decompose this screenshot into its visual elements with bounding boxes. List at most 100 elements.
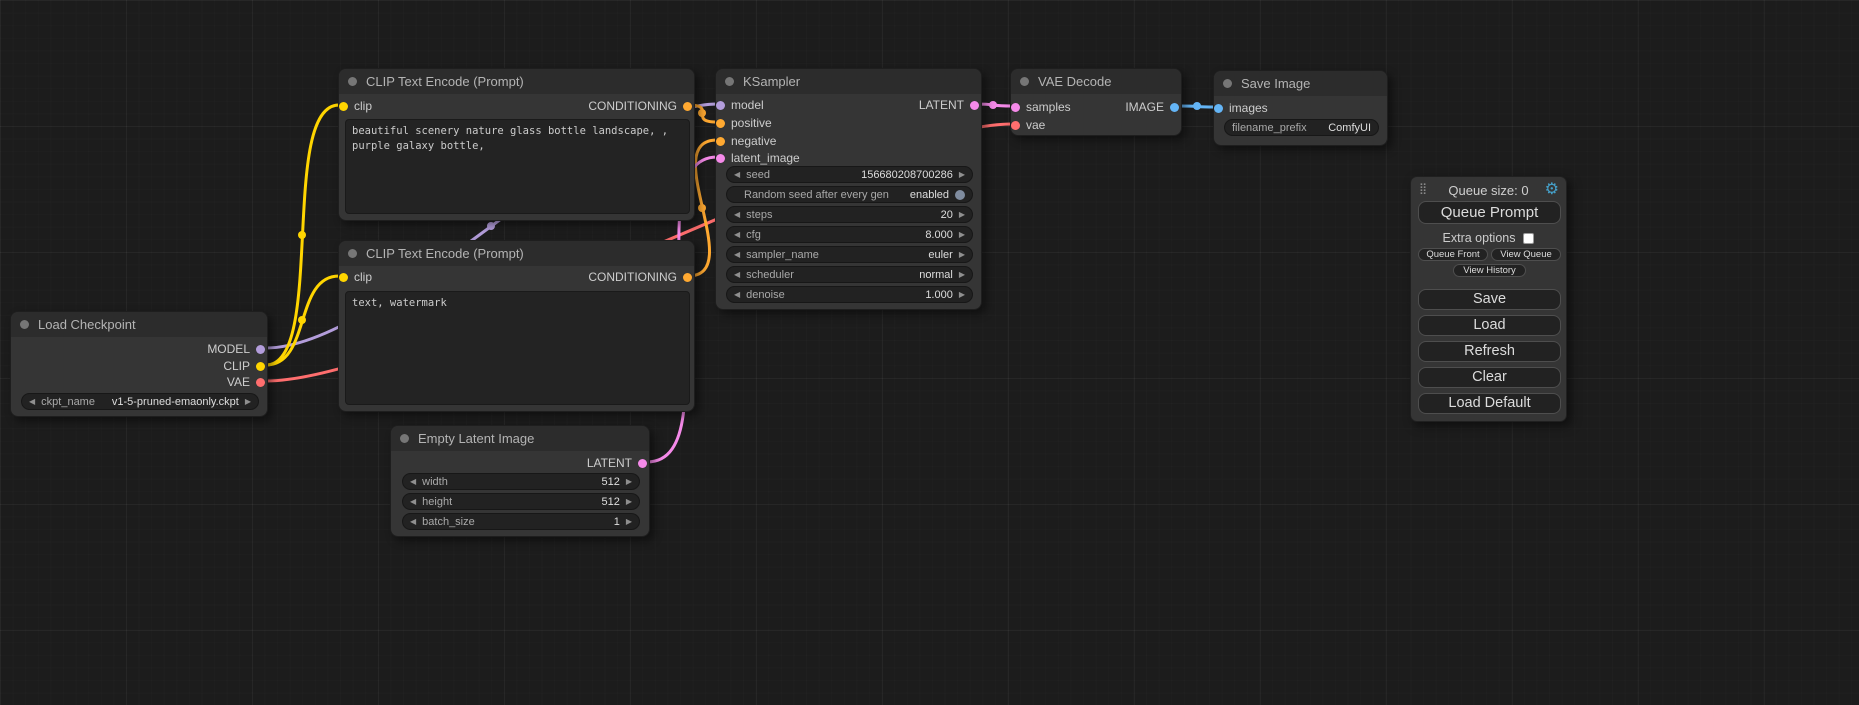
input-slot-negative[interactable]: negative xyxy=(716,133,776,149)
left-arrow-icon[interactable]: ◀ xyxy=(734,230,740,239)
input-slot-model[interactable]: model xyxy=(716,97,764,113)
slot-dot[interactable] xyxy=(339,273,348,282)
queue-prompt-button[interactable]: Queue Prompt xyxy=(1418,201,1561,224)
widget-cfg[interactable]: ◀ cfg 8.000 ▶ xyxy=(726,226,973,243)
slot-dot[interactable] xyxy=(970,101,979,110)
slot-dot[interactable] xyxy=(339,102,348,111)
right-arrow-icon[interactable]: ▶ xyxy=(959,230,965,239)
output-slot-clip[interactable]: CLIP xyxy=(223,358,265,374)
output-slot-latent[interactable]: LATENT xyxy=(587,455,647,471)
node-title-bar[interactable]: Save Image xyxy=(1214,71,1387,96)
node-title-bar[interactable]: CLIP Text Encode (Prompt) xyxy=(339,241,694,266)
output-slot-latent[interactable]: LATENT xyxy=(919,97,979,113)
slot-dot[interactable] xyxy=(1011,121,1020,130)
slot-dot[interactable] xyxy=(256,378,265,387)
positive-prompt-textarea[interactable]: beautiful scenery nature glass bottle la… xyxy=(345,119,690,214)
gear-icon[interactable]: ⚙ xyxy=(1545,179,1559,199)
widget-filename-prefix[interactable]: filename_prefix ComfyUI xyxy=(1224,119,1379,136)
collapse-icon[interactable] xyxy=(725,77,734,86)
node-clip-text-encode-negative[interactable]: CLIP Text Encode (Prompt) clip CONDITION… xyxy=(338,240,695,412)
slot-dot[interactable] xyxy=(683,102,692,111)
left-arrow-icon[interactable]: ◀ xyxy=(734,290,740,299)
output-slot-conditioning[interactable]: CONDITIONING xyxy=(588,98,692,114)
node-title-bar[interactable]: KSampler xyxy=(716,69,981,94)
slot-dot[interactable] xyxy=(1170,103,1179,112)
slot-dot[interactable] xyxy=(1214,104,1223,113)
slot-dot[interactable] xyxy=(716,119,725,128)
left-arrow-icon[interactable]: ◀ xyxy=(410,477,416,486)
queue-front-button[interactable]: Queue Front xyxy=(1418,248,1488,261)
node-save-image[interactable]: Save Image images filename_prefix ComfyU… xyxy=(1213,70,1388,146)
input-slot-samples[interactable]: samples xyxy=(1011,99,1071,115)
left-arrow-icon[interactable]: ◀ xyxy=(410,517,416,526)
node-ksampler[interactable]: KSampler model positive negative latent_… xyxy=(715,68,982,310)
left-arrow-icon[interactable]: ◀ xyxy=(29,397,35,406)
right-arrow-icon[interactable]: ▶ xyxy=(626,477,632,486)
input-slot-latent-image[interactable]: latent_image xyxy=(716,150,800,166)
right-arrow-icon[interactable]: ▶ xyxy=(959,170,965,179)
widget-denoise[interactable]: ◀ denoise 1.000 ▶ xyxy=(726,286,973,303)
input-slot-clip[interactable]: clip xyxy=(339,98,372,114)
slot-dot[interactable] xyxy=(716,137,725,146)
node-empty-latent-image[interactable]: Empty Latent Image LATENT ◀ width 512 ▶ … xyxy=(390,425,650,537)
slot-dot[interactable] xyxy=(638,459,647,468)
widget-random-seed-toggle[interactable]: Random seed after every gen enabled xyxy=(726,186,973,203)
right-arrow-icon[interactable]: ▶ xyxy=(626,497,632,506)
slot-dot[interactable] xyxy=(716,101,725,110)
collapse-icon[interactable] xyxy=(348,249,357,258)
slot-dot[interactable] xyxy=(256,362,265,371)
right-arrow-icon[interactable]: ▶ xyxy=(959,290,965,299)
slot-dot[interactable] xyxy=(683,273,692,282)
widget-width[interactable]: ◀ width 512 ▶ xyxy=(402,473,640,490)
collapse-icon[interactable] xyxy=(20,320,29,329)
node-title-bar[interactable]: CLIP Text Encode (Prompt) xyxy=(339,69,694,94)
save-button[interactable]: Save xyxy=(1418,289,1561,310)
extra-options-checkbox[interactable] xyxy=(1523,233,1534,244)
output-slot-conditioning[interactable]: CONDITIONING xyxy=(588,269,692,285)
node-title-bar[interactable]: VAE Decode xyxy=(1011,69,1181,94)
widget-steps[interactable]: ◀ steps 20 ▶ xyxy=(726,206,973,223)
widget-seed[interactable]: ◀ seed 156680208700286 ▶ xyxy=(726,166,973,183)
toggle-dot-icon[interactable] xyxy=(955,190,965,200)
right-arrow-icon[interactable]: ▶ xyxy=(245,397,251,406)
output-slot-image[interactable]: IMAGE xyxy=(1125,99,1179,115)
right-arrow-icon[interactable]: ▶ xyxy=(626,517,632,526)
right-arrow-icon[interactable]: ▶ xyxy=(959,210,965,219)
slot-dot[interactable] xyxy=(716,154,725,163)
load-button[interactable]: Load xyxy=(1418,315,1561,336)
left-arrow-icon[interactable]: ◀ xyxy=(734,250,740,259)
slot-dot[interactable] xyxy=(256,345,265,354)
widget-scheduler[interactable]: ◀ scheduler normal ▶ xyxy=(726,266,973,283)
view-history-button[interactable]: View History xyxy=(1453,264,1526,277)
widget-sampler-name[interactable]: ◀ sampler_name euler ▶ xyxy=(726,246,973,263)
left-arrow-icon[interactable]: ◀ xyxy=(734,170,740,179)
node-title-bar[interactable]: Empty Latent Image xyxy=(391,426,649,451)
negative-prompt-textarea[interactable]: text, watermark xyxy=(345,291,690,405)
widget-batch-size[interactable]: ◀ batch_size 1 ▶ xyxy=(402,513,640,530)
right-arrow-icon[interactable]: ▶ xyxy=(959,270,965,279)
node-load-checkpoint[interactable]: Load Checkpoint MODEL CLIP VAE ◀ ckpt_na… xyxy=(10,311,268,417)
right-arrow-icon[interactable]: ▶ xyxy=(959,250,965,259)
collapse-icon[interactable] xyxy=(400,434,409,443)
left-arrow-icon[interactable]: ◀ xyxy=(410,497,416,506)
view-queue-button[interactable]: View Queue xyxy=(1491,248,1561,261)
node-clip-text-encode-positive[interactable]: CLIP Text Encode (Prompt) clip CONDITION… xyxy=(338,68,695,221)
input-slot-vae[interactable]: vae xyxy=(1011,117,1045,133)
output-slot-model[interactable]: MODEL xyxy=(207,341,265,357)
input-slot-positive[interactable]: positive xyxy=(716,115,772,131)
slot-dot[interactable] xyxy=(1011,103,1020,112)
left-arrow-icon[interactable]: ◀ xyxy=(734,270,740,279)
collapse-icon[interactable] xyxy=(1223,79,1232,88)
left-arrow-icon[interactable]: ◀ xyxy=(734,210,740,219)
widget-ckpt-name[interactable]: ◀ ckpt_name v1-5-pruned-emaonly.ckpt ▶ xyxy=(21,393,259,410)
input-slot-images[interactable]: images xyxy=(1214,100,1268,116)
collapse-icon[interactable] xyxy=(348,77,357,86)
input-slot-clip[interactable]: clip xyxy=(339,269,372,285)
load-default-button[interactable]: Load Default xyxy=(1418,393,1561,414)
refresh-button[interactable]: Refresh xyxy=(1418,341,1561,362)
collapse-icon[interactable] xyxy=(1020,77,1029,86)
node-vae-decode[interactable]: VAE Decode samples vae IMAGE xyxy=(1010,68,1182,136)
node-title-bar[interactable]: Load Checkpoint xyxy=(11,312,267,337)
widget-height[interactable]: ◀ height 512 ▶ xyxy=(402,493,640,510)
output-slot-vae[interactable]: VAE xyxy=(227,374,265,390)
